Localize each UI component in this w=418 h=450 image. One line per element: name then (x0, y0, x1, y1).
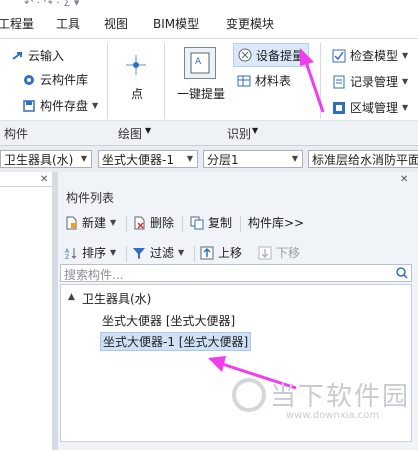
annotation-arrowhead (208, 356, 226, 372)
watermark-logo-icon (232, 378, 266, 412)
watermark-url: www.downxia.com (286, 410, 380, 421)
watermark-text: 当下软件园 (270, 382, 411, 412)
annotation-arrowhead (300, 48, 314, 66)
annotation-arrow-shaft (304, 61, 325, 113)
